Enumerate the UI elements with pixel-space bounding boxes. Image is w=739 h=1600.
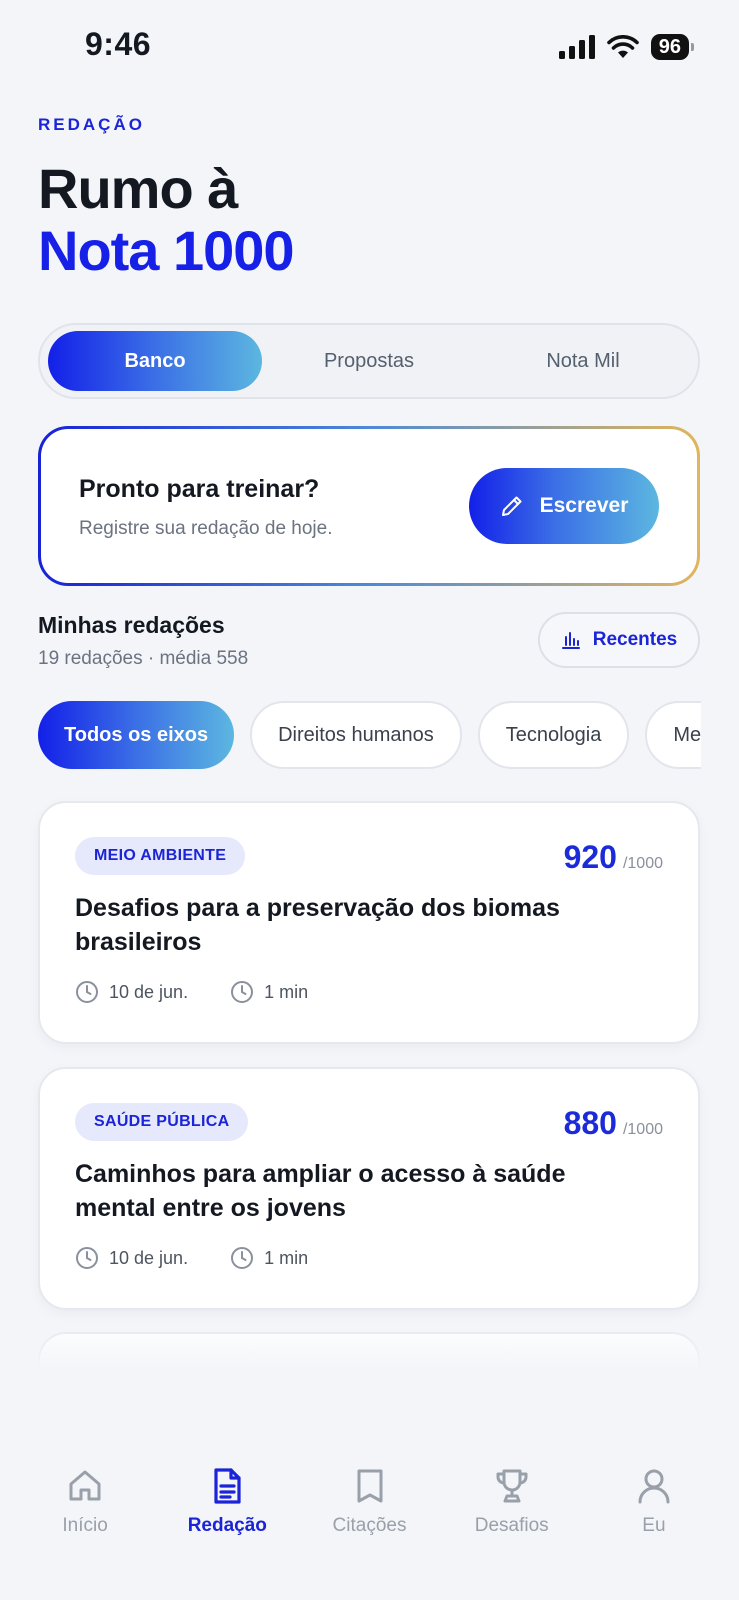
- essay-score-max: /1000: [622, 855, 663, 872]
- wifi-icon: [606, 35, 639, 58]
- essay-card[interactable]: MEIO AMBIENTE 920 /1000 Desafios para a …: [38, 801, 700, 1044]
- write-prompt-card-inner: Pronto para treinar? Registre sua redaçã…: [41, 429, 697, 583]
- home-icon: [69, 1470, 101, 1501]
- pencil-icon: [501, 496, 522, 516]
- essay-score-value: 920: [563, 839, 617, 875]
- sort-button[interactable]: Recentes: [538, 612, 700, 668]
- page-title: Rumo à Nota 1000: [38, 157, 295, 282]
- bar-chart-icon: [561, 632, 580, 649]
- essay-date: 10 de jun.: [109, 981, 189, 1002]
- bookmark-icon: [357, 1469, 382, 1503]
- status-icons: 96: [558, 34, 695, 60]
- document-icon: [214, 1468, 241, 1504]
- tab-label: Início: [62, 1515, 108, 1536]
- essay-tag: SAÚDE PÚBLICA: [75, 1103, 249, 1141]
- write-button[interactable]: Escrever: [469, 468, 659, 544]
- essay-duration: 1 min: [264, 981, 309, 1002]
- essay-tag: MEIO AMBIENTE: [75, 837, 246, 875]
- clock-icon: [76, 981, 98, 1003]
- write-prompt-card: Pronto para treinar? Registre sua redaçã…: [38, 426, 700, 586]
- status-time: 9:46: [85, 26, 152, 62]
- clock-icon: [231, 1247, 254, 1269]
- tab-citacoes[interactable]: Citações: [298, 1440, 440, 1600]
- essay-card[interactable]: SAÚDE PÚBLICA 880 /1000 Caminhos para am…: [38, 1067, 700, 1310]
- chip-tecnologia[interactable]: Tecnologia: [477, 701, 630, 769]
- my-essays-meta: 19 redações · média 558: [38, 648, 249, 669]
- tab-bar: Início Redação Citações Desafios Eu: [0, 1440, 739, 1600]
- segmented-control: Banco Propostas Nota Mil: [38, 323, 700, 399]
- sort-button-label: Recentes: [592, 629, 678, 650]
- battery-indicator: 96: [650, 34, 695, 60]
- tab-label: Citações: [332, 1515, 407, 1536]
- person-icon: [638, 1469, 670, 1504]
- filter-chips: Todos os eixos Direitos humanos Tecnolog…: [38, 701, 701, 771]
- chip-meio-ambiente[interactable]: Meio ambiente: [645, 701, 701, 769]
- essay-meta: 10 de jun. 1 min: [75, 1246, 308, 1270]
- segment-banco[interactable]: Banco: [48, 331, 262, 391]
- essay-title: Caminhos para ampliar o acesso à saúde m…: [75, 1160, 566, 1222]
- essay-date: 10 de jun.: [109, 1247, 189, 1268]
- page-title-line2: Nota 1000: [38, 219, 295, 282]
- segment-propostas[interactable]: Propostas: [262, 331, 476, 391]
- tab-eu[interactable]: Eu: [583, 1440, 725, 1600]
- tab-desafios[interactable]: Desafios: [441, 1440, 583, 1600]
- write-prompt-subtitle: Registre sua redação de hoje.: [79, 518, 333, 539]
- section-eyebrow: REDAÇÃO: [38, 115, 145, 134]
- essay-score-value: 880: [563, 1105, 617, 1141]
- segment-nota-mil[interactable]: Nota Mil: [476, 331, 690, 391]
- tab-label: Redação: [187, 1515, 267, 1536]
- essay-score-max: /1000: [622, 1121, 663, 1138]
- clock-icon: [231, 981, 254, 1003]
- scroll-fade: [0, 1330, 739, 1420]
- essay-title: Desafios para a preservação dos biomas b…: [75, 894, 560, 956]
- tab-label: Desafios: [474, 1515, 549, 1536]
- screen: 9:46 96 REDAÇÃO Rumo à Nota 1000 Banco P…: [0, 0, 739, 1600]
- chip-todos-os-eixos[interactable]: Todos os eixos: [38, 701, 235, 769]
- essay-score: 880 /1000: [564, 1105, 663, 1142]
- write-prompt-title: Pronto para treinar?: [79, 475, 320, 503]
- page-title-line1: Rumo à: [38, 157, 238, 220]
- essay-score: 920 /1000: [564, 839, 663, 876]
- chip-direitos-humanos[interactable]: Direitos humanos: [250, 701, 462, 769]
- tab-redacao[interactable]: Redação: [156, 1440, 298, 1600]
- essay-duration: 1 min: [264, 1247, 309, 1268]
- tab-label: Eu: [642, 1515, 666, 1536]
- tab-inicio[interactable]: Início: [14, 1440, 156, 1600]
- write-button-label: Escrever: [539, 494, 629, 517]
- essay-meta: 10 de jun. 1 min: [75, 980, 308, 1004]
- signal-icon: [558, 35, 595, 59]
- trophy-icon: [496, 1469, 528, 1503]
- my-essays-title: Minhas redações: [38, 612, 225, 638]
- clock-icon: [76, 1247, 98, 1269]
